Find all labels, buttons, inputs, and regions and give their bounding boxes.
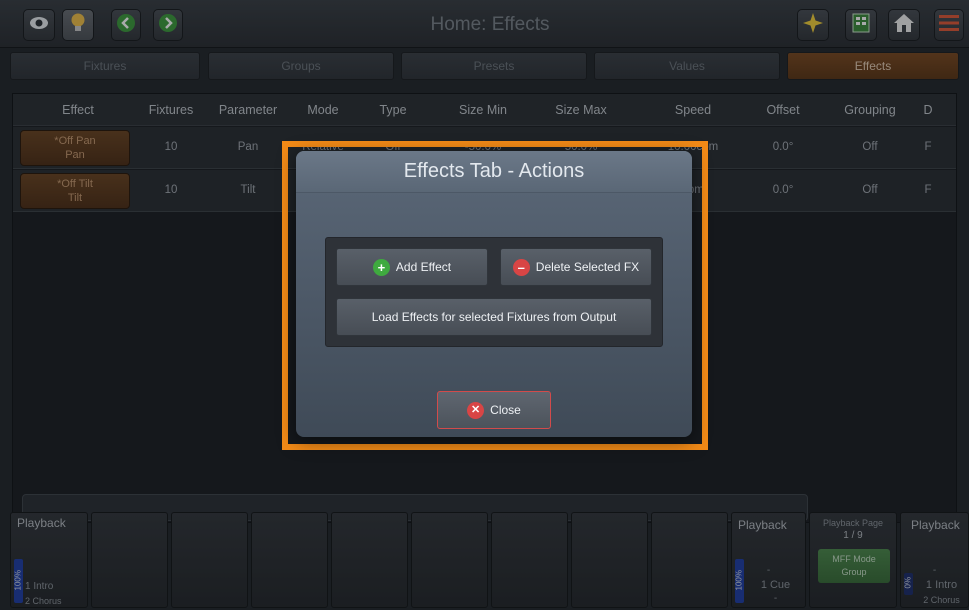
close-icon: ✕ [467, 401, 485, 419]
plus-icon: + [372, 258, 390, 276]
effects-actions-dialog: Effects Tab - Actions + Add Effect – Del… [296, 151, 692, 437]
dialog-header: Effects Tab - Actions [296, 151, 692, 193]
load-effects-button[interactable]: Load Effects for selected Fixtures from … [336, 298, 652, 336]
app-window: Home: Effects Fixtures Groups Presets Va… [0, 0, 969, 610]
dialog-title: Effects Tab - Actions [403, 160, 585, 182]
close-button[interactable]: ✕ Close [437, 391, 551, 429]
add-effect-button[interactable]: + Add Effect [336, 248, 488, 286]
minus-icon: – [512, 258, 530, 276]
actions-panel: + Add Effect – Delete Selected FX Load E… [325, 237, 663, 347]
delete-selected-fx-button[interactable]: – Delete Selected FX [500, 248, 652, 286]
